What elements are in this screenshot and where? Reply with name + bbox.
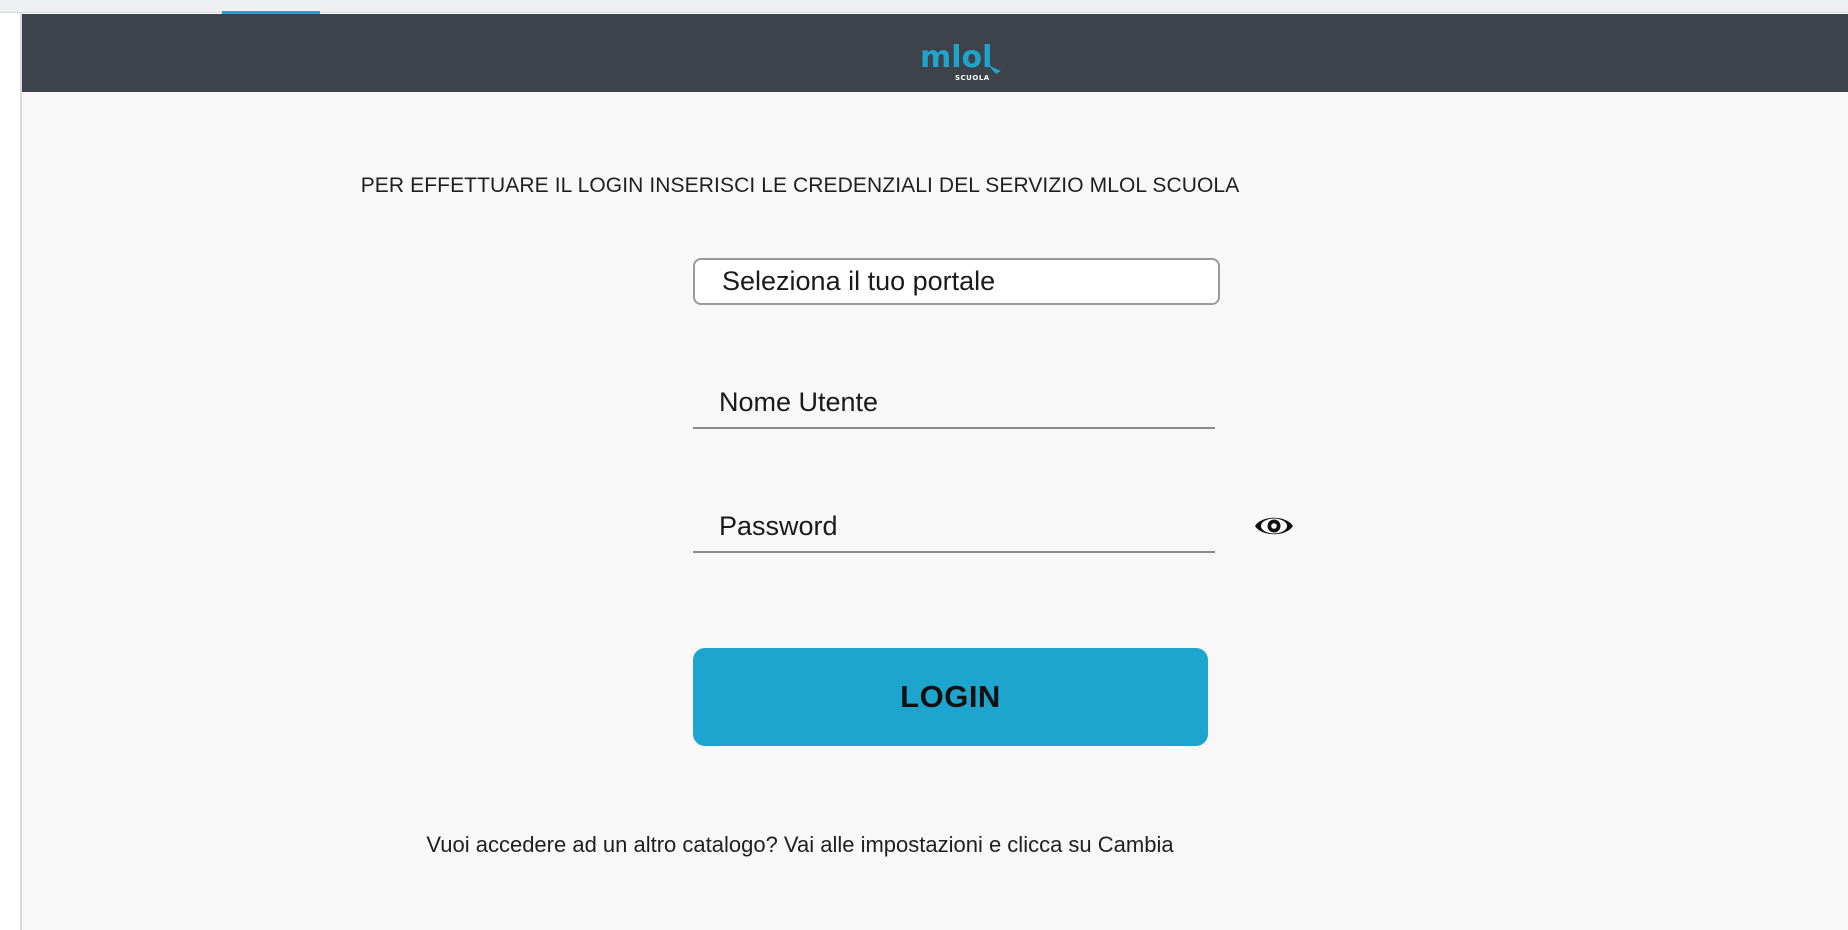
login-screen: mlol SCUOLA PER EFFETTUARE IL LOGIN INSE… [22, 14, 1848, 930]
login-button[interactable]: LOGIN [693, 648, 1208, 746]
login-form-area: PER EFFETTUARE IL LOGIN INSERISCI LE CRE… [22, 92, 1848, 930]
mlol-scuola-logo: mlol SCUOLA [892, 34, 1022, 86]
portal-select-label: Seleziona il tuo portale [722, 266, 996, 296]
login-instruction: PER EFFETTUARE IL LOGIN INSERISCI LE CRE… [360, 174, 1240, 197]
eye-icon[interactable] [1253, 512, 1295, 540]
app-header: mlol SCUOLA [22, 14, 1848, 92]
password-field [693, 505, 1215, 553]
window-frame: mlol SCUOLA PER EFFETTUARE IL LOGIN INSE… [0, 0, 1848, 930]
username-field [693, 381, 1215, 429]
logo-subtext: SCUOLA [955, 74, 990, 82]
change-catalog-hint: Vuoi accedere ad un altro catalogo? Vai … [426, 832, 1174, 857]
portal-select[interactable]: Seleziona il tuo portale [693, 258, 1220, 305]
username-input[interactable] [693, 381, 1215, 427]
logo-wordmark: mlol [920, 40, 992, 75]
password-input[interactable] [693, 505, 1215, 551]
